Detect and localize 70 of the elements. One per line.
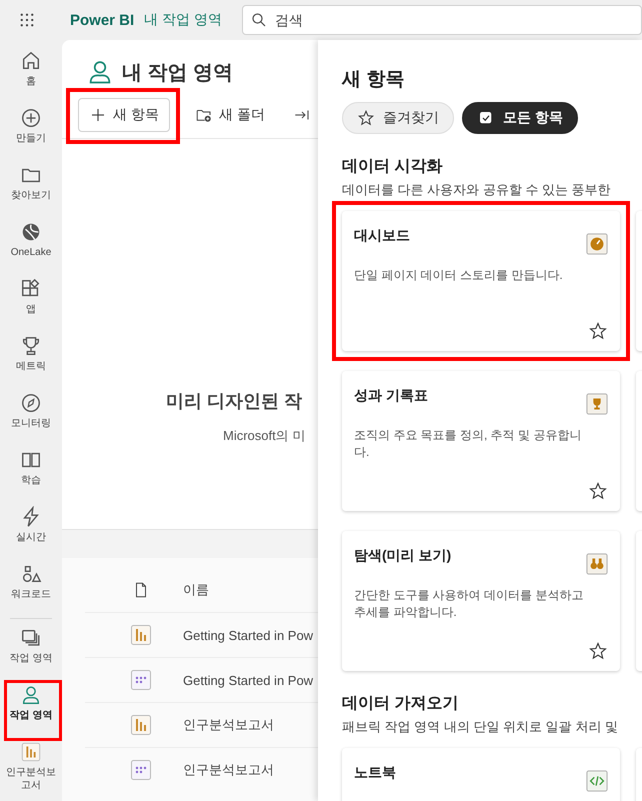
trophy-icon (586, 393, 608, 415)
favorite-button[interactable] (588, 321, 608, 341)
nav-item[interactable]: 실시간 (0, 504, 62, 561)
card-title: 대시보드 (354, 227, 410, 245)
favorite-button[interactable] (588, 641, 608, 661)
app-name: Power BI (70, 12, 134, 28)
table-cell[interactable]: Getting Started in Pow (183, 628, 314, 642)
dot-grid-icon (129, 758, 153, 782)
globe-icon (20, 221, 42, 243)
star-icon (588, 641, 608, 661)
card-description: 간단한 도구를 사용하여 데이터를 분석하고 추세를 파악합니다. (354, 587, 584, 622)
star-icon (588, 481, 608, 501)
bar-chart-icon (129, 713, 153, 737)
filter-chip[interactable]: 즐겨찾기 (342, 102, 454, 134)
star-icon (588, 321, 608, 341)
nav-item[interactable]: 작업 영역 (0, 625, 62, 682)
favorite-button[interactable] (588, 481, 608, 501)
nav-item[interactable]: 모니터링 (0, 390, 62, 447)
section-description: 데이터를 다른 사용자와 공유할 수 있는 풍부한 (342, 181, 612, 199)
code-icon (586, 770, 608, 792)
item-card[interactable]: 탐색(미리 보기) 간단한 도구를 사용하여 데이터를 분석하고 추세를 파악합니다. (342, 531, 620, 671)
table-cell[interactable]: Getting Started in Pow (183, 672, 314, 688)
column-header[interactable]: 이름 (183, 581, 209, 599)
card-title: 노트북 (354, 764, 396, 782)
nav-item[interactable]: 찾아보기 (0, 162, 62, 219)
promo-title: 미리 디자인된 작 (166, 390, 302, 413)
compass-icon (20, 392, 42, 414)
person-icon (20, 684, 42, 706)
shapes-icon (20, 563, 42, 585)
nav-item[interactable]: 워크로드 (0, 561, 62, 618)
trophy-icon (20, 335, 42, 357)
card-description: 단일 페이지 데이터 스토리를 만듭니다. (354, 267, 564, 284)
nav-item[interactable]: 작업 영역 (0, 682, 62, 739)
table-cell[interactable]: 인구분석보고서 (183, 716, 274, 734)
bar-chart-icon (20, 741, 42, 763)
card-description: 조직의 주요 목표를 정의, 추적 및 공유합니다. (354, 427, 582, 462)
gauge-icon (586, 233, 608, 255)
page-title: 내 작업 영역 (122, 60, 234, 86)
star-icon (357, 109, 375, 127)
dot-grid-icon (129, 668, 153, 692)
nav-item[interactable]: 인구분석보고서 (0, 739, 62, 796)
plus-icon (89, 106, 107, 124)
bar-chart-icon (129, 623, 153, 647)
item-card[interactable]: 성과 기록표 조직의 주요 목표를 정의, 추적 및 공유합니다. (342, 371, 620, 511)
section-description: 패브릭 작업 영역 내의 단일 위치로 일괄 처리 및 (342, 718, 619, 736)
card-title: 성과 기록표 (354, 387, 428, 405)
panel-title: 새 항목 (342, 68, 406, 92)
binoculars-icon (586, 553, 608, 575)
nav-item[interactable]: OneLake (0, 219, 62, 276)
toolbar-button[interactable]: 새 항목 (78, 98, 170, 132)
app-launcher-button[interactable] (18, 11, 36, 29)
nav-item[interactable]: 홈 (0, 48, 62, 105)
card-title: 탐색(미리 보기) (354, 547, 452, 565)
app-launcher-icon (18, 11, 36, 29)
nav-item[interactable]: 학습 (0, 447, 62, 504)
plus-circle-icon (20, 107, 42, 129)
table-cell[interactable]: 인구분석보고서 (183, 761, 274, 779)
home-icon (20, 50, 42, 72)
search-field[interactable]: 검색 (242, 5, 642, 35)
item-card[interactable]: 노트북 (342, 748, 620, 801)
filter-chip[interactable]: 모든 항목 (462, 102, 578, 134)
promo-text: Microsoft의 미 (223, 427, 306, 445)
nav-item[interactable]: 메트릭 (0, 333, 62, 390)
breadcrumb-link[interactable]: 내 작업 영역 (144, 11, 222, 29)
section-title: 데이터 가져오기 (342, 694, 460, 714)
item-card[interactable]: 대시보드 단일 페이지 데이터 스토리를 만듭니다. (342, 211, 620, 351)
section-title: 데이터 시각화 (342, 157, 444, 177)
search-icon (250, 11, 268, 29)
nav-item[interactable]: 앱 (0, 276, 62, 333)
nav-item[interactable]: 만들기 (0, 105, 62, 162)
